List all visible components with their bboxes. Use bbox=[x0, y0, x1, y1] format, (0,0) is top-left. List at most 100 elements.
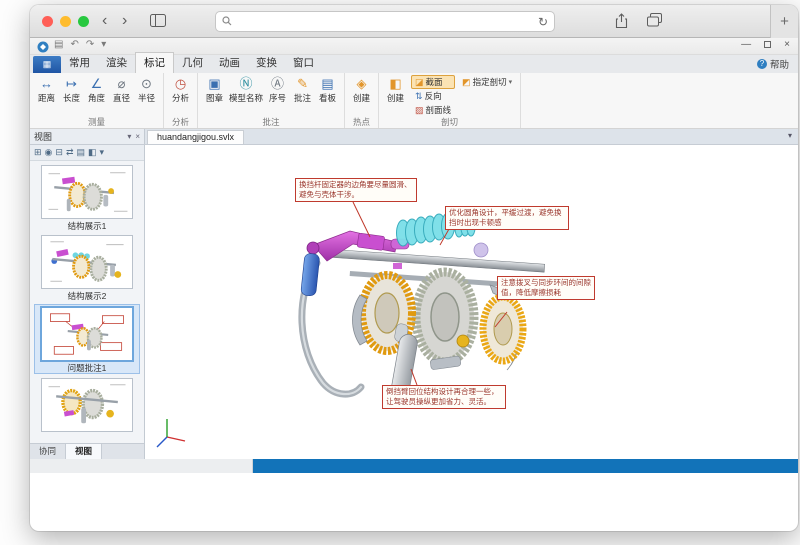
help-label: 帮助 bbox=[770, 57, 789, 71]
chevron-down-icon: ▾ bbox=[509, 78, 513, 86]
model-viewport[interactable]: 换挡杆固定器的边角要尽量圆滑、避免与壳体干涉。 优化圆角设计，平缓过渡，避免换挡… bbox=[145, 145, 798, 459]
section-create-button[interactable]: ◧ 创建 bbox=[383, 75, 408, 105]
qat-dropdown-icon[interactable]: ▾ bbox=[101, 39, 106, 50]
help-button[interactable]: ? 帮助 bbox=[748, 57, 798, 73]
document-tabbar: 视图 ▾ × huandangjigou.svlx ▾ bbox=[30, 129, 798, 145]
annotation-callout[interactable]: 优化圆角设计，平缓过渡，避免换挡时出现卡顿感 bbox=[445, 206, 569, 230]
main-area: ⊞ ◉ ⊟ ⇄ ▤ ◧ ▾ bbox=[30, 145, 798, 459]
angle-icon: ∠ bbox=[91, 76, 103, 92]
minimize-icon[interactable]: — bbox=[741, 39, 751, 50]
new-tab-button[interactable]: + bbox=[770, 5, 798, 38]
address-search-field[interactable]: ↻ bbox=[215, 11, 555, 32]
group-section: ◧ 创建 ◪ 截面 ⇅ 反向 bbox=[379, 73, 521, 128]
annotation-callout[interactable]: 换挡杆固定器的边角要尽量圆滑、避免与壳体干涉。 bbox=[295, 178, 417, 202]
document-tab[interactable]: huandangjigou.svlx bbox=[147, 130, 244, 144]
camera-icon[interactable]: ◉ bbox=[45, 147, 53, 158]
more-tools-icon[interactable]: ▾ bbox=[100, 147, 105, 158]
tab-xuanran[interactable]: 渲染 bbox=[98, 53, 135, 73]
mac-close-button[interactable] bbox=[42, 16, 53, 27]
tab-collaboration[interactable]: 协同 bbox=[30, 444, 66, 459]
view-thumbnail-4[interactable] bbox=[35, 378, 139, 442]
thumbnail-label: 问题批注1 bbox=[35, 361, 139, 372]
thumbnail-label: 结构展示2 bbox=[35, 289, 139, 300]
search-input[interactable] bbox=[236, 16, 538, 28]
share-icon[interactable] bbox=[615, 13, 628, 34]
mac-minimize-button[interactable] bbox=[60, 16, 71, 27]
board-button[interactable]: ▤ 看板 bbox=[315, 75, 340, 105]
ribbon-tabs: ▦ 常用 渲染 标记 几何 动画 变换 窗口 ? 帮助 bbox=[30, 55, 798, 73]
view-thumbnail-structure1[interactable]: 结构展示1 bbox=[35, 165, 139, 230]
distance-button[interactable]: ↔ 距离 bbox=[34, 75, 59, 105]
length-button[interactable]: ↦ 长度 bbox=[59, 75, 84, 105]
section-reverse-button[interactable]: ⇅ 反向 bbox=[411, 89, 455, 103]
thumbnail-preview bbox=[41, 235, 133, 289]
section-hatch-button[interactable]: ▨ 剖面线 bbox=[411, 103, 455, 117]
section-plane-button[interactable]: ◪ 截面 bbox=[411, 75, 455, 89]
redo-icon[interactable]: ↷ bbox=[86, 39, 94, 50]
distance-icon: ↔ bbox=[40, 76, 53, 92]
sidebar-icon[interactable] bbox=[150, 14, 166, 32]
tab-views[interactable]: 视图 bbox=[66, 444, 102, 459]
thumbnail-preview bbox=[41, 378, 133, 432]
tab-overview-icon[interactable] bbox=[647, 13, 662, 32]
hotspot-create-button[interactable]: ◈ 创建 bbox=[349, 75, 374, 105]
split-view-icon[interactable]: ◧ bbox=[88, 147, 97, 158]
tab-bianhuan[interactable]: 变换 bbox=[248, 53, 285, 73]
ribbon: ↔ 距离 ↦ 长度 ∠ 角度 ⌀ 直径 bbox=[30, 73, 798, 129]
model-name-button[interactable]: Ⓝ 模型名称 bbox=[227, 75, 265, 105]
view-panel-header: 视图 ▾ × bbox=[30, 129, 145, 144]
autohide-icon[interactable]: ▾ bbox=[782, 129, 798, 144]
section-reverse-icon: ⇅ bbox=[415, 91, 423, 101]
camera-remove-icon[interactable]: ⊟ bbox=[55, 147, 63, 158]
view-thumbnail-annotation1[interactable]: 问题批注1 bbox=[35, 305, 139, 373]
group-label-hotspot: 热点 bbox=[345, 116, 378, 128]
panel-close-icon[interactable]: × bbox=[135, 132, 140, 141]
group-measure: ↔ 距离 ↦ 长度 ∠ 角度 ⌀ 直径 bbox=[30, 73, 164, 128]
status-bar-left bbox=[30, 459, 253, 473]
group-analysis: ◷ 分析 分析 bbox=[164, 73, 198, 128]
tab-biaoji[interactable]: 标记 bbox=[135, 52, 174, 73]
model-name-icon: Ⓝ bbox=[240, 76, 253, 92]
tab-jihe[interactable]: 几何 bbox=[174, 53, 211, 73]
assign-section-button[interactable]: ◩ 指定剖切 ▾ bbox=[458, 75, 516, 89]
swap-view-icon[interactable]: ⇄ bbox=[66, 147, 74, 158]
panel-pin-icon[interactable]: ▾ bbox=[127, 132, 131, 141]
diameter-icon: ⌀ bbox=[118, 76, 126, 92]
list-view-icon[interactable]: ▤ bbox=[77, 147, 86, 158]
tab-changyong[interactable]: 常用 bbox=[61, 53, 98, 73]
diameter-button[interactable]: ⌀ 直径 bbox=[109, 75, 134, 105]
maximize-icon[interactable] bbox=[764, 41, 771, 48]
refresh-icon[interactable]: ↻ bbox=[538, 15, 548, 29]
radius-icon: ⊙ bbox=[141, 76, 152, 92]
undo-icon[interactable]: ↶ bbox=[70, 39, 78, 50]
analysis-icon: ◷ bbox=[175, 76, 186, 92]
analysis-button[interactable]: ◷ 分析 bbox=[168, 75, 193, 105]
mac-zoom-button[interactable] bbox=[78, 16, 89, 27]
close-icon[interactable]: × bbox=[784, 39, 790, 50]
forward-button[interactable]: › bbox=[122, 10, 127, 32]
search-icon bbox=[222, 13, 232, 31]
quick-access-toolbar: ▤ ↶ ↷ ▾ bbox=[54, 39, 106, 50]
view-thumbnail-list: 结构展示1 bbox=[30, 161, 144, 442]
annotation-callout[interactable]: 注意拨叉与同步环间的间隙值，降低摩擦损耗 bbox=[497, 276, 595, 300]
orientation-triad bbox=[157, 419, 185, 447]
thumbnail-preview bbox=[41, 165, 133, 219]
tab-donghua[interactable]: 动画 bbox=[211, 53, 248, 73]
save-icon[interactable]: ▤ bbox=[54, 39, 63, 50]
camera-add-icon[interactable]: ⊞ bbox=[34, 147, 42, 158]
comment-button[interactable]: ✎ 批注 bbox=[290, 75, 315, 105]
panel-bottom-tabs: 协同 视图 bbox=[30, 443, 144, 459]
annotation-callout[interactable]: 倒挡臂回位结构设计再合理一些，让驾驶员操纵更加省力、灵活。 bbox=[382, 385, 506, 409]
balloon-button[interactable]: Ⓐ 序号 bbox=[265, 75, 290, 105]
angle-button[interactable]: ∠ 角度 bbox=[84, 75, 109, 105]
back-button[interactable]: ‹ bbox=[102, 10, 107, 32]
radius-button[interactable]: ⊙ 半径 bbox=[134, 75, 159, 105]
section-plane-icon: ◪ bbox=[415, 77, 424, 87]
file-menu-button[interactable]: ▦ bbox=[33, 56, 61, 73]
tab-chuangkou[interactable]: 窗口 bbox=[285, 53, 322, 73]
stamp-button[interactable]: ▣ 图章 bbox=[202, 75, 227, 105]
group-label-analysis: 分析 bbox=[164, 116, 197, 128]
thumbnail-preview bbox=[41, 307, 133, 361]
hotspot-create-icon: ◈ bbox=[357, 76, 367, 92]
view-thumbnail-structure2[interactable]: 结构展示2 bbox=[35, 235, 139, 300]
